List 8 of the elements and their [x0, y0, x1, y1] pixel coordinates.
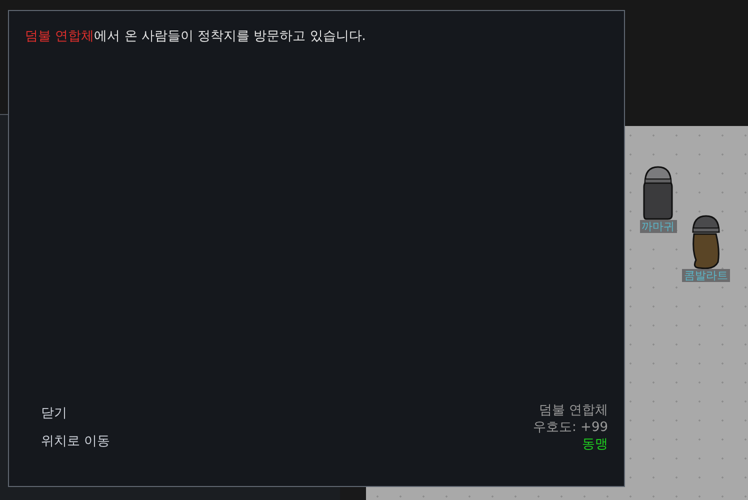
dialog-option[interactable]: 닫기 — [39, 402, 112, 424]
dialog-option[interactable]: 위치로 이동 — [39, 430, 112, 452]
dialog-message: 덤불 연합체에서 온 사람들이 정착지를 방문하고 있습니다. — [25, 28, 367, 46]
colonist-name: 콤발라트 — [682, 269, 730, 282]
relation-status: 동맹 — [582, 436, 608, 453]
colonist-name: 까마귀 — [640, 220, 676, 233]
faction-name: 덤불 연합체 — [538, 402, 608, 419]
goodwill-value: 우호도: +99 — [533, 419, 608, 436]
